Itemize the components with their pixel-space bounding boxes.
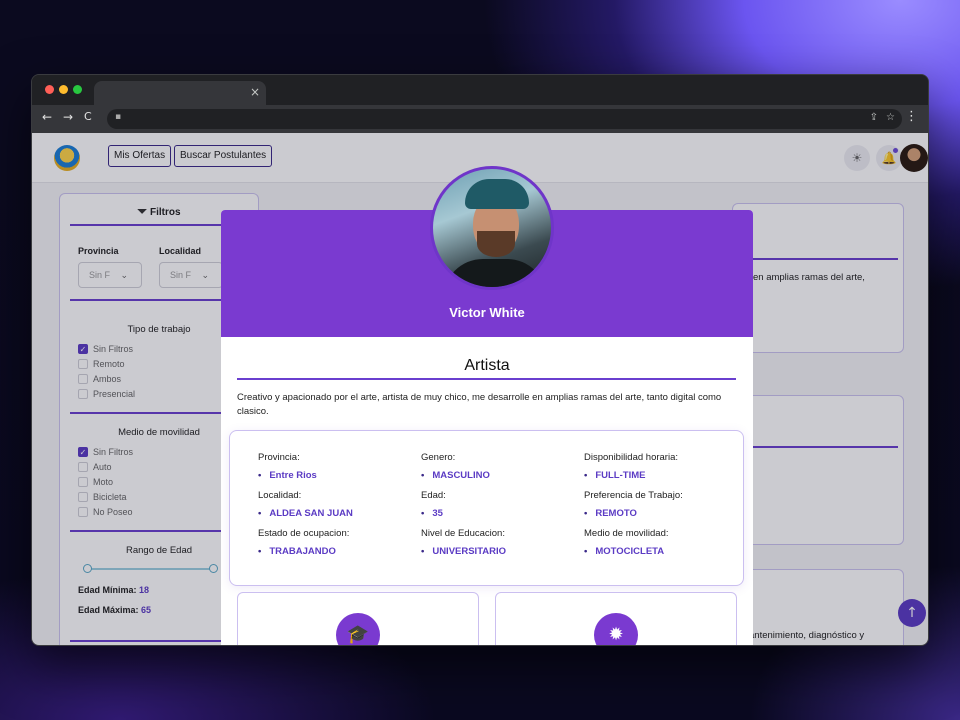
lock-icon: ▪ <box>115 112 122 122</box>
educacion-label: Nivel de Educacion: <box>421 528 505 539</box>
page-viewport: Mis Ofertas Buscar Postulantes ☀ 🔔 ⏷ Filt… <box>32 133 928 645</box>
provincia-label: Provincia: <box>258 452 300 463</box>
maximize-window-button[interactable] <box>73 85 82 94</box>
tab-close-icon[interactable]: × <box>250 85 260 99</box>
browser-window: × ← → C ▪ ⇪ ☆ ⋮ Mis Ofertas Buscar Postu… <box>31 74 929 646</box>
divider <box>237 378 736 380</box>
movilidad-value: MOTOCICLETA <box>584 546 664 557</box>
preferencia-value: REMOTO <box>584 508 637 519</box>
localidad-value: ALDEA SAN JUAN <box>258 508 353 519</box>
graduation-cap-icon: 🎓 <box>336 613 380 645</box>
edad-label: Edad: <box>421 490 446 501</box>
provincia-value: Entre Rios <box>258 470 317 481</box>
profile-photo <box>430 166 554 290</box>
browser-menu-icon[interactable]: ⋮ <box>905 109 918 124</box>
close-window-button[interactable] <box>45 85 54 94</box>
profile-name: Victor White <box>449 305 525 320</box>
profile-info-box: Provincia: Entre Rios Localidad: ALDEA S… <box>229 430 744 586</box>
preferencia-label: Preferencia de Trabajo: <box>584 490 683 501</box>
address-bar[interactable]: ▪ ⇪ ☆ <box>107 109 902 129</box>
profile-title: Artista <box>464 357 510 374</box>
browser-tab[interactable]: × <box>94 81 266 105</box>
genero-value: MASCULINO <box>421 470 490 481</box>
educacion-value: UNIVERSITARIO <box>421 546 506 557</box>
localidad-label: Localidad: <box>258 490 302 501</box>
disponibilidad-label: Disponibilidad horaria: <box>584 452 678 463</box>
bookmark-star-icon[interactable]: ☆ <box>886 112 895 123</box>
edad-value: 35 <box>421 508 443 519</box>
ocupacion-value: TRABAJANDO <box>258 546 336 557</box>
minimize-window-button[interactable] <box>59 85 68 94</box>
back-icon[interactable]: ← <box>42 110 52 124</box>
profile-description: Creativo y apacionado por el arte, artis… <box>237 392 722 417</box>
disponibilidad-value: FULL-TIME <box>584 470 645 481</box>
ocupacion-label: Estado de ocupacion: <box>258 528 350 539</box>
share-icon[interactable]: ⇪ <box>870 112 878 123</box>
genero-label: Genero: <box>421 452 456 463</box>
forward-icon[interactable]: → <box>63 110 73 124</box>
browser-toolbar: ← → C ▪ ⇪ ☆ ⋮ <box>32 105 928 133</box>
tab-bar: × <box>32 75 928 105</box>
badge-icon: ✹ <box>594 613 638 645</box>
movilidad-label: Medio de movilidad: <box>584 528 669 539</box>
reload-icon[interactable]: C <box>84 110 92 123</box>
skills-card[interactable]: ✹ <box>495 592 737 645</box>
education-card[interactable]: 🎓 <box>237 592 479 645</box>
